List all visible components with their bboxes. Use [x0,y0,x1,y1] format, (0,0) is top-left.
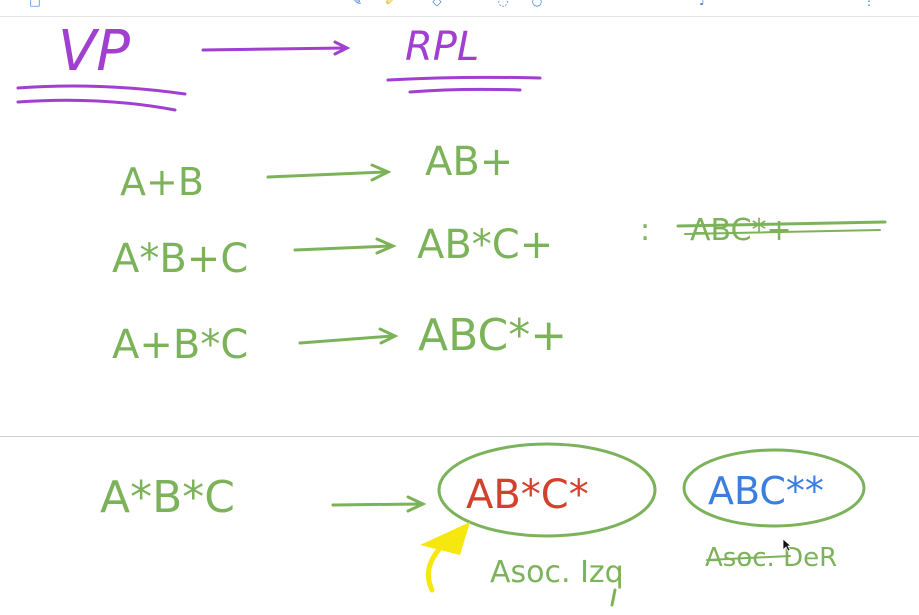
bottom-left-assoc: AB*C* [466,472,589,518]
row-3-postfix: ABC*+ [418,310,567,361]
row-2: A*B+C AB*C+ : ABC*+ [112,213,887,282]
heading-left-text: VP [58,19,130,84]
heading-right-text: RPL [405,24,479,70]
row-3-infix: A+B*C [112,322,248,368]
page-divider [0,436,919,437]
row-1-infix: A+B [120,160,204,204]
row-3: A+B*C ABC*+ [112,310,567,368]
heading-vp: VP [16,19,187,112]
row-1: A+B AB+ [120,139,513,204]
bottom-right-assoc: ABC** [708,469,824,513]
heading-arrow [201,40,351,56]
row-2-separator: : [640,213,650,248]
mouse-cursor-icon [782,538,792,552]
heading-rpl: RPL [386,24,542,94]
row-2-infix: A*B+C [112,236,248,282]
row-1-postfix: AB+ [425,139,513,185]
left-assoc-label: Asoc. Izq [490,555,624,590]
row-2-postfix: AB*C+ [417,222,553,268]
bottom-infix: A*B*C [100,472,235,523]
right-assoc-label: Asoc. DeR [705,543,837,573]
handwriting-canvas[interactable]: VP RPL A+B AB+ A*B+C AB*C+ : ABC*+ A+B*C… [0,0,919,615]
row-2-struck: ABC*+ [690,213,792,248]
bottom-row: A*B*C AB*C* ABC** Asoc. Izq Asoc. DeR [100,442,866,607]
highlight-arrow [420,522,470,593]
